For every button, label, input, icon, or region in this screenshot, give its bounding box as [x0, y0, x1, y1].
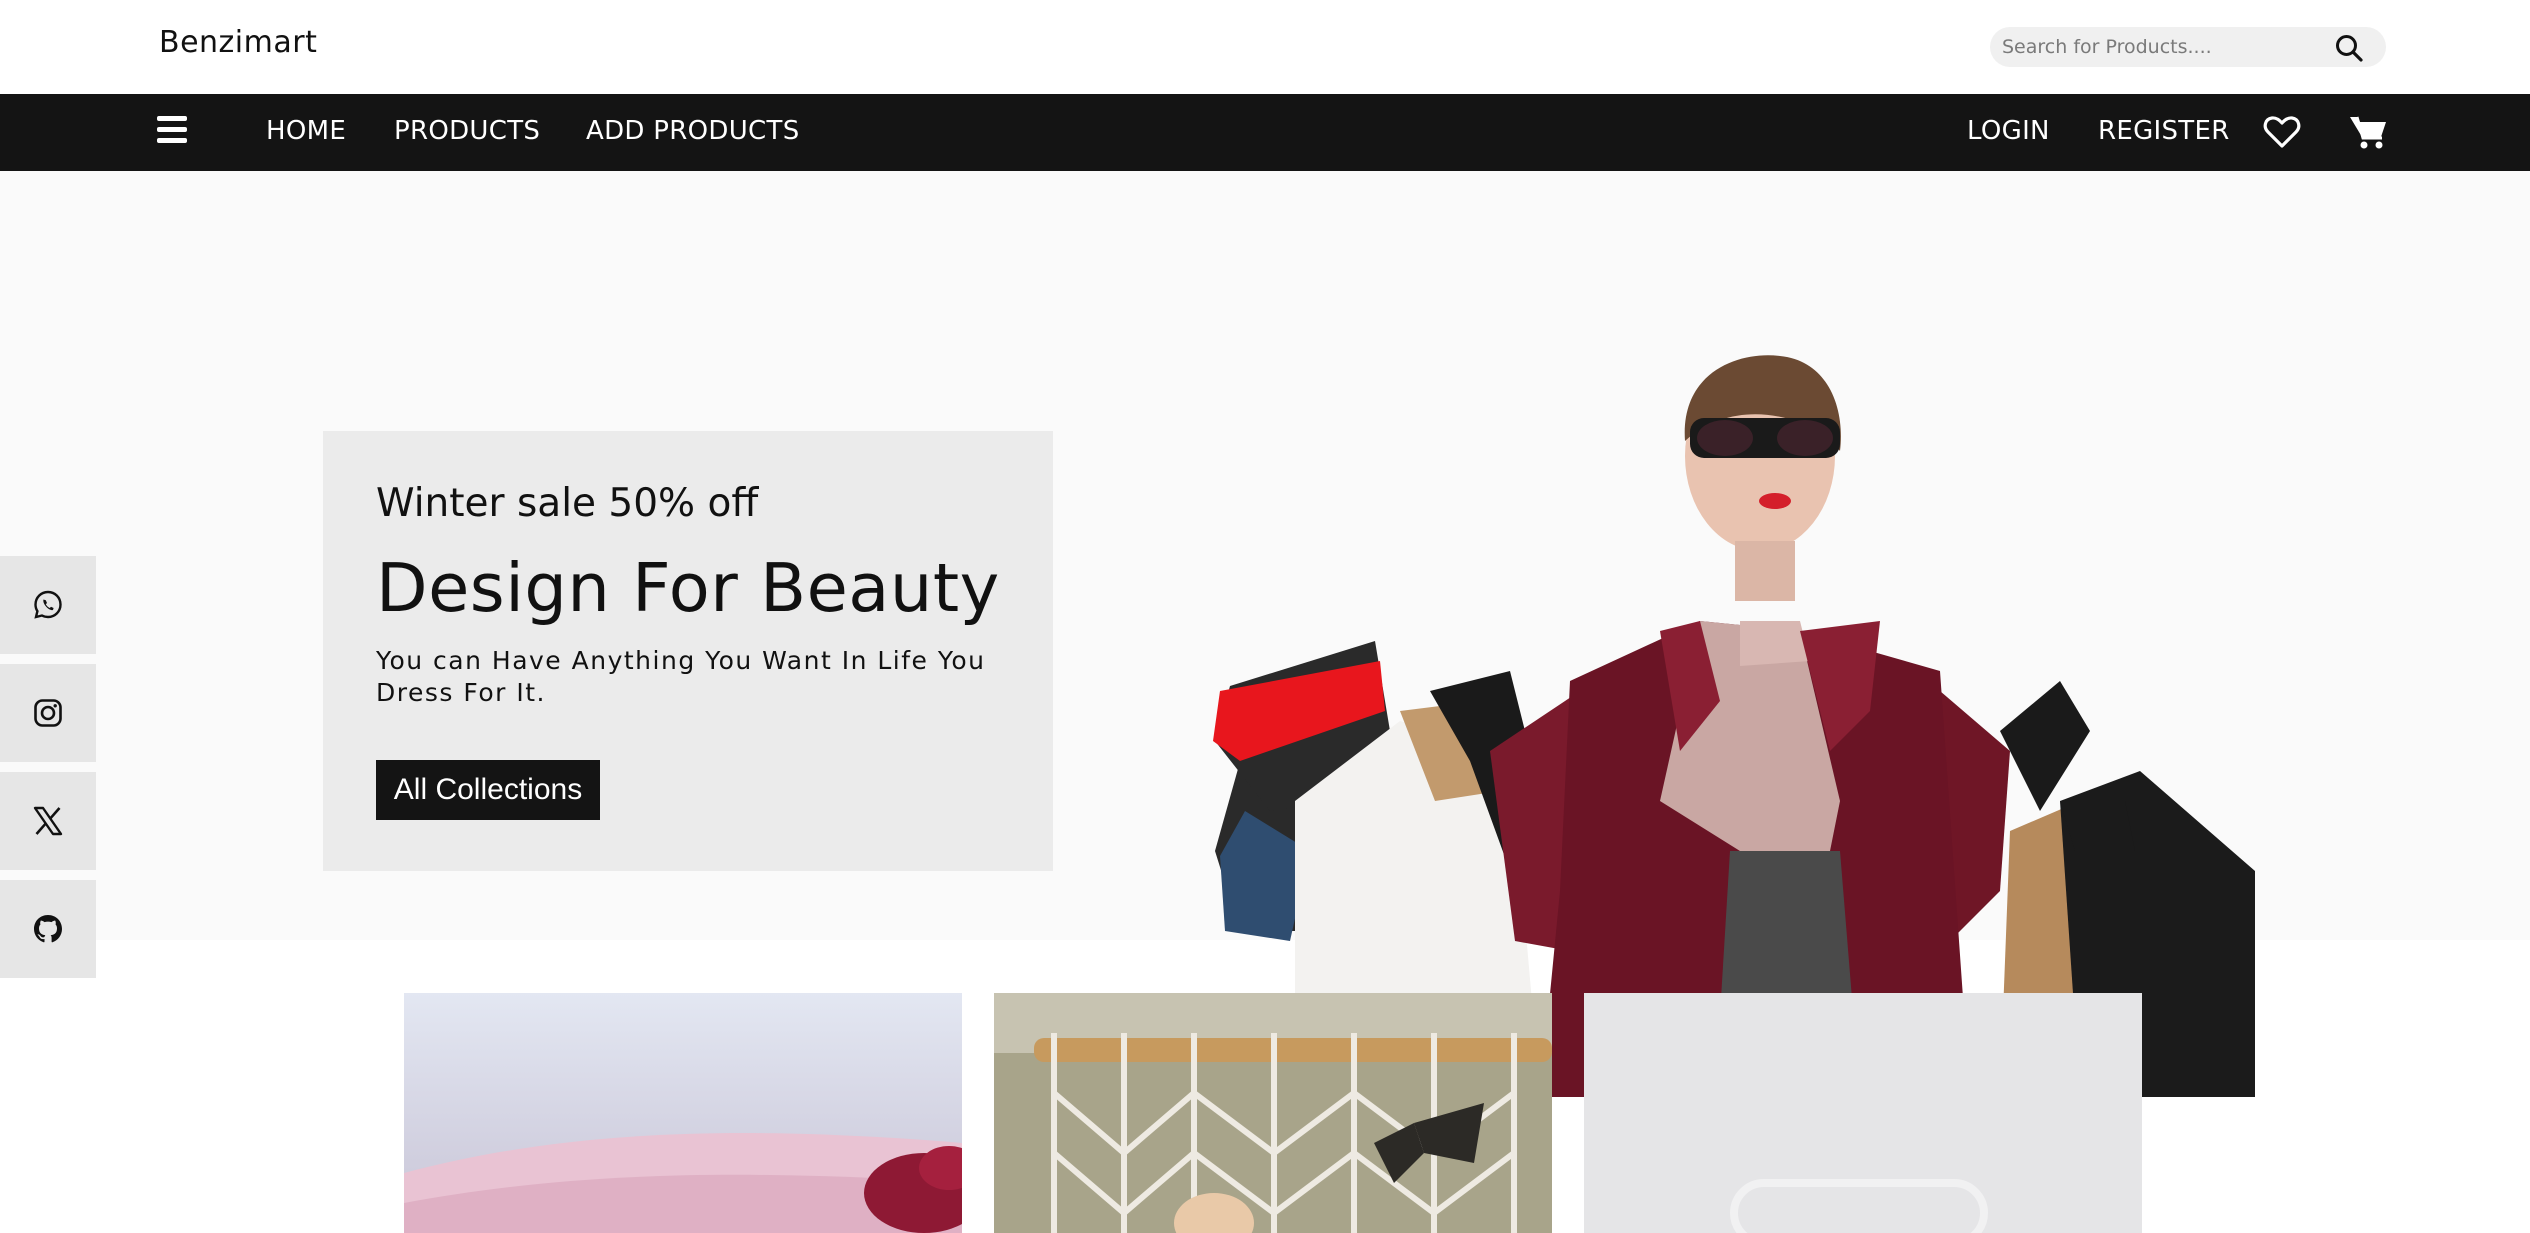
category-image-1: [404, 993, 962, 1233]
whatsapp-icon: [34, 590, 62, 619]
all-collections-button[interactable]: All Collections: [376, 760, 600, 820]
whatsapp-link[interactable]: [0, 556, 96, 654]
top-bar: Benzimart: [0, 0, 2530, 94]
github-icon: [34, 915, 62, 943]
main-nav: HOME PRODUCTS ADD PRODUCTS LOGIN REGISTE…: [0, 94, 2530, 171]
nav-home[interactable]: HOME: [266, 116, 346, 146]
category-image-3: [1584, 993, 2142, 1233]
promo-box: Winter sale 50% off Design For Beauty Yo…: [323, 431, 1053, 871]
nav-register[interactable]: REGISTER: [2098, 116, 2230, 146]
category-image-2: [994, 993, 1552, 1233]
x-link[interactable]: [0, 772, 96, 870]
hero-headline: Design For Beauty: [376, 549, 1000, 627]
shopper-image: [1213, 355, 2255, 1097]
brand-logo[interactable]: Benzimart: [159, 25, 317, 60]
nav-login[interactable]: LOGIN: [1967, 116, 2050, 146]
hero-banner: Winter sale 50% off Design For Beauty Yo…: [0, 171, 2530, 1097]
category-card-2[interactable]: [994, 993, 1552, 1233]
hamburger-icon[interactable]: [157, 116, 189, 146]
cart-icon[interactable]: [2348, 112, 2388, 152]
nav-add-products[interactable]: ADD PRODUCTS: [586, 116, 800, 146]
category-card-1[interactable]: [404, 993, 962, 1233]
github-link[interactable]: [0, 880, 96, 978]
search-icon[interactable]: [2334, 33, 2364, 63]
social-sidebar: [0, 556, 96, 988]
x-icon: [33, 806, 63, 836]
instagram-icon: [34, 699, 62, 727]
search-box: [1990, 27, 2386, 67]
heart-icon[interactable]: [2262, 112, 2302, 152]
hero-tagline: You can Have Anything You Want In Life Y…: [376, 646, 986, 707]
search-input[interactable]: [2002, 27, 2322, 67]
sale-kicker: Winter sale 50% off: [376, 481, 759, 526]
nav-products[interactable]: PRODUCTS: [394, 116, 540, 146]
category-card-3[interactable]: [1584, 993, 2142, 1233]
instagram-link[interactable]: [0, 664, 96, 762]
